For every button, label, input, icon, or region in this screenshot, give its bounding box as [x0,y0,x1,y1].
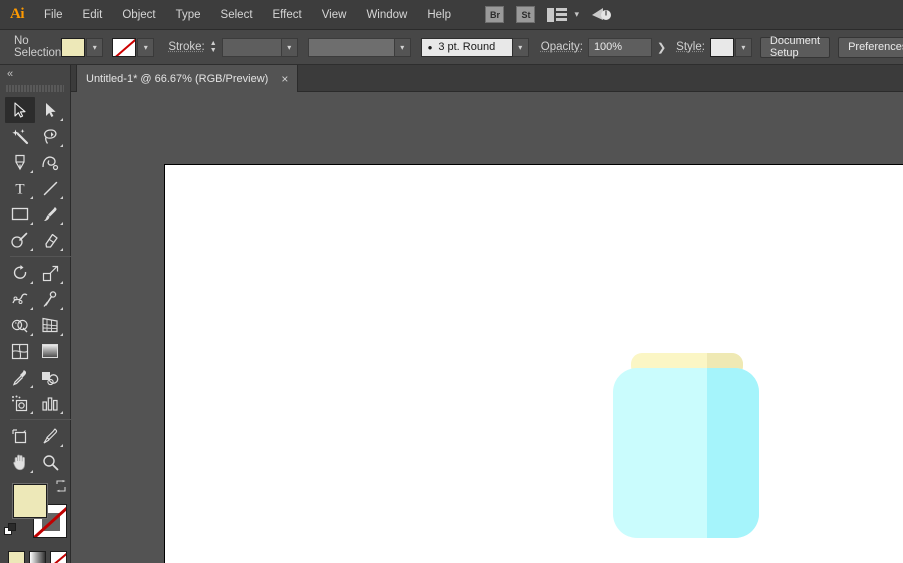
brush-definition-dropdown[interactable]: ▾ [512,37,529,57]
opacity-expand-icon[interactable]: ❯ [657,41,666,54]
style-label[interactable]: Style: [676,41,705,53]
color-mode-buttons [0,551,70,563]
scale-tool[interactable] [35,260,65,286]
stroke-weight-label[interactable]: Stroke: [168,41,204,53]
stock-button[interactable]: St [516,6,536,23]
paintbrush-tool[interactable] [35,201,65,227]
close-icon[interactable]: × [281,73,288,85]
blend-tool[interactable] [35,364,65,390]
magic-wand-tool[interactable] [5,123,35,149]
brush-definition-input[interactable]: • 3 pt. Round [420,37,513,57]
stroke-weight-stepper[interactable]: ▲ ▼ [208,38,219,57]
artboard[interactable] [164,164,903,563]
shaper-pencil-tool[interactable] [5,227,35,253]
slice-tool[interactable] [35,423,65,449]
swap-fill-stroke-icon[interactable] [55,480,67,492]
control-bar: No Selection ▾ ▾ Stroke: ▲ ▼ ▾ ▾ • 3 pt. … [0,30,903,65]
graphic-style-dropdown[interactable]: ▾ [734,37,752,57]
fill-swatch[interactable] [61,37,86,57]
menu-item-file[interactable]: File [34,0,73,30]
document-tab-title: Untitled-1* @ 66.67% (RGB/Preview) [86,72,269,85]
hand-tool[interactable] [5,449,35,475]
jar-illustration[interactable] [611,353,761,538]
stroke-weight-dropdown[interactable]: ▾ [281,37,298,57]
menu-item-type[interactable]: Type [166,0,211,30]
opacity-input[interactable]: 100% [587,37,652,57]
app-logo-icon: Ai [10,6,25,22]
selection-tool[interactable] [5,97,35,123]
tool-separator-2 [10,419,71,420]
menu-item-effect[interactable]: Effect [263,0,312,30]
document-tab-bar: Untitled-1* @ 66.67% (RGB/Preview) × [0,65,903,92]
menu-bar: Ai File Edit Object Type Select Effect V… [0,0,903,30]
none-mode-button[interactable] [50,551,67,563]
rotate-tool[interactable] [5,260,35,286]
document-tab[interactable]: Untitled-1* @ 66.67% (RGB/Preview) × [76,65,299,92]
menu-item-view[interactable]: View [312,0,357,30]
preferences-button[interactable]: Preferences [838,36,903,58]
line-segment-tool[interactable] [35,175,65,201]
gradient-mode-button[interactable] [29,551,46,563]
menu-bar-right-group: Br St ▾ [479,6,903,24]
shape-builder-tool[interactable] [5,312,35,338]
toolbar-fill-swatch[interactable] [13,484,47,518]
adobe-stock-icon[interactable] [591,6,613,24]
tools-panel: « T [0,65,71,563]
graphic-style-swatch[interactable] [709,37,734,57]
eraser-tool[interactable] [35,227,65,253]
svg-text:T: T [15,182,24,197]
arrange-documents-icon[interactable] [547,7,569,23]
curvature-tool[interactable] [35,149,65,175]
tool-separator [10,256,71,257]
chevron-down-icon[interactable]: ▾ [574,9,579,20]
stroke-swatch[interactable] [112,37,137,57]
perspective-grid-tool[interactable] [35,312,65,338]
canvas-area[interactable] [71,92,903,563]
tools-panel-collapse-button[interactable]: « [0,65,70,82]
pen-tool[interactable] [5,149,35,175]
stroke-profile-dropdown[interactable]: ▾ [394,37,411,57]
document-setup-button[interactable]: Document Setup [759,35,831,59]
gradient-tool[interactable] [35,338,65,364]
mesh-tool[interactable] [5,338,35,364]
menu-item-window[interactable]: Window [356,0,417,30]
rectangle-tool[interactable] [5,201,35,227]
direct-selection-tool[interactable] [35,97,65,123]
free-transform-tool[interactable] [35,286,65,312]
illustrator-window: Ai File Edit Object Type Select Effect V… [0,0,903,563]
artboard-tool[interactable] [5,423,35,449]
brush-definition-value: 3 pt. Round [438,41,496,53]
opacity-label[interactable]: Opacity: [541,41,583,53]
width-tool[interactable] [5,286,35,312]
lasso-tool[interactable] [35,123,65,149]
fill-stroke-widget [0,479,71,547]
zoom-tool[interactable] [35,449,65,475]
color-mode-button[interactable] [8,551,25,563]
bridge-button[interactable]: Br [485,6,505,23]
menu-item-help[interactable]: Help [417,0,461,30]
stroke-swatch-dropdown[interactable]: ▾ [137,37,155,57]
eyedropper-tool[interactable] [5,364,35,390]
selection-status-label: No Selection [14,35,62,59]
symbol-sprayer-tool[interactable] [5,390,35,416]
column-graph-tool[interactable] [35,390,65,416]
tool-grid: T [0,97,71,475]
menu-item-select[interactable]: Select [211,0,263,30]
menu-item-edit[interactable]: Edit [73,0,113,30]
tools-panel-grip[interactable] [6,83,64,94]
collapse-chevrons-icon: « [7,67,13,80]
fill-swatch-dropdown[interactable]: ▾ [86,37,104,57]
type-tool[interactable]: T [5,175,35,201]
stroke-weight-input[interactable] [221,37,282,57]
menu-item-object[interactable]: Object [112,0,165,30]
stroke-profile-input[interactable] [307,37,395,57]
default-fill-stroke-icon[interactable] [4,523,17,536]
